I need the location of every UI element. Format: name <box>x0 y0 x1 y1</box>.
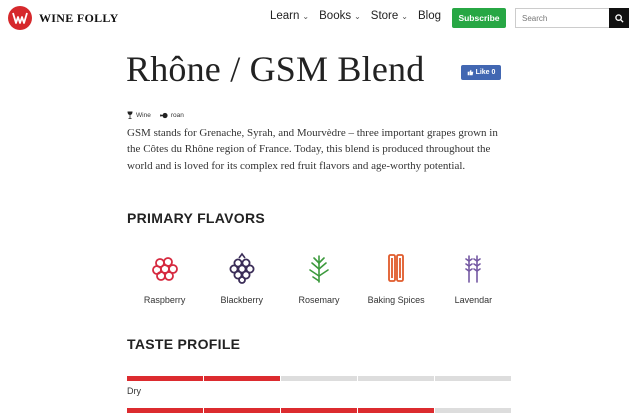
chevron-down-icon: ⌄ <box>302 11 310 21</box>
flavor-item-lavendar[interactable]: Lavendar <box>435 250 512 305</box>
flavor-label: Baking Spices <box>367 295 425 305</box>
wine-description: GSM stands for Grenache, Syrah, and Mour… <box>127 127 498 172</box>
taste-bar-segment <box>435 376 511 381</box>
wine-meta: Wine roan <box>127 111 193 119</box>
nav-books[interactable]: Books ⌄ <box>319 10 361 22</box>
nav-learn-label: Learn <box>270 10 300 22</box>
site-header: WINE FOLLY Learn ⌄ Books ⌄ Store ⌄ Blog … <box>0 0 640 36</box>
wine-glass-icon <box>127 111 133 119</box>
flavor-item-rosemary[interactable]: Rosemary <box>280 250 357 305</box>
wine-folly-logo-icon <box>8 6 32 30</box>
flavor-item-raspberry[interactable]: Raspberry <box>126 250 203 305</box>
flavor-item-baking-spices[interactable]: Baking Spices <box>358 250 435 305</box>
taste-bar-label: Dry <box>127 386 141 396</box>
subscribe-button[interactable]: Subscribe <box>452 8 506 28</box>
grape-color-icon <box>159 112 168 118</box>
taste-bar-segment <box>204 376 280 381</box>
taste-bar-segment <box>204 408 280 413</box>
taste-bar-segment <box>281 376 357 381</box>
like-label: Like 0 <box>475 69 496 76</box>
facebook-like-button[interactable]: Like 0 <box>461 65 501 80</box>
search-input[interactable] <box>515 8 609 28</box>
search-icon <box>614 13 624 23</box>
page-title: Rhône / GSM Blend <box>126 49 425 89</box>
site-logo[interactable]: WINE FOLLY <box>8 6 119 30</box>
nav-store-label: Store <box>370 10 399 22</box>
blackberry-icon <box>224 250 260 286</box>
main-nav: Learn ⌄ Books ⌄ Store ⌄ Blog <box>270 10 451 22</box>
primary-flavors-heading: PRIMARY FLAVORS <box>127 210 266 226</box>
nav-blog[interactable]: Blog <box>418 10 441 22</box>
taste-bar-segment <box>127 408 203 413</box>
nav-learn[interactable]: Learn ⌄ <box>270 10 309 22</box>
lavender-icon <box>455 250 491 286</box>
flavor-label: Rosemary <box>298 295 340 305</box>
taste-bar-segment <box>127 376 203 381</box>
meta-type[interactable]: Wine <box>127 111 151 119</box>
logo-text: WINE FOLLY <box>39 10 119 25</box>
meta-color[interactable]: roan <box>159 111 184 119</box>
taste-bar-segment <box>358 376 434 381</box>
taste-bar-segment <box>435 408 511 413</box>
taste-bar-dry <box>127 376 511 381</box>
meta-color-label: roan <box>170 111 184 119</box>
flavor-label: Lavendar <box>454 295 493 305</box>
primary-flavors-list: Raspberry Blackberry Rosemary Baking Spi… <box>126 250 512 305</box>
flavor-label: Raspberry <box>143 295 186 305</box>
taste-bar-segment <box>358 408 434 413</box>
rosemary-icon <box>301 250 337 286</box>
taste-bar-segment <box>281 408 357 413</box>
chevron-down-icon: ⌄ <box>401 11 408 21</box>
raspberry-icon <box>147 250 183 286</box>
chevron-down-icon: ⌄ <box>354 11 361 21</box>
meta-type-label: Wine <box>136 111 151 119</box>
flavor-label: Blackberry <box>220 295 264 305</box>
cinnamon-stick-icon <box>378 250 414 286</box>
thumbs-up-icon <box>467 69 473 76</box>
flavor-item-blackberry[interactable]: Blackberry <box>203 250 280 305</box>
nav-store[interactable]: Store ⌄ <box>371 10 408 22</box>
taste-profile-heading: TASTE PROFILE <box>127 336 241 352</box>
nav-blog-label: Blog <box>418 10 442 22</box>
taste-bar-second <box>127 408 511 413</box>
nav-books-label: Books <box>319 10 352 22</box>
search-button[interactable] <box>609 8 629 28</box>
